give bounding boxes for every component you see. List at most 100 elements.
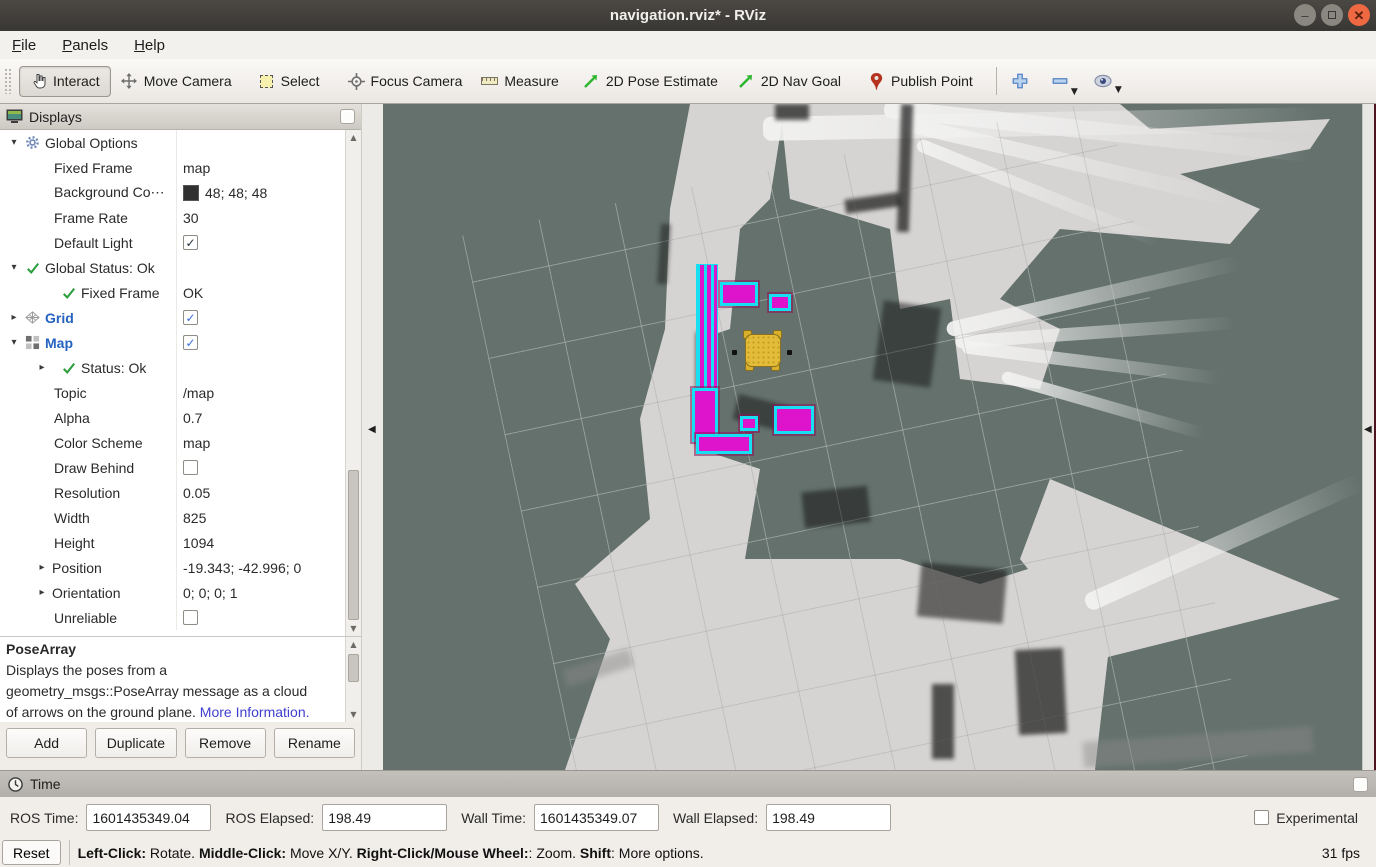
expander-right-icon[interactable]: ▸ <box>36 587 48 598</box>
expander-right-icon[interactable]: ▸ <box>36 362 48 373</box>
expander-down-icon[interactable]: ▾ <box>8 262 20 273</box>
tree-row-fixed-frame-status[interactable]: Fixed Frame OK <box>0 280 345 305</box>
expander-right-icon[interactable]: ▸ <box>36 562 48 573</box>
tool-2d-pose-estimate[interactable]: 2D Pose Estimate <box>583 73 718 90</box>
minimize-button[interactable]: – <box>1294 4 1316 26</box>
tool-publish-point[interactable]: Publish Point <box>868 73 973 90</box>
tool-measure[interactable]: Measure <box>481 73 558 90</box>
tool-select[interactable]: Select <box>258 73 320 90</box>
tool-interact[interactable]: Interact <box>19 66 111 97</box>
scroll-track[interactable] <box>346 145 362 621</box>
expander-down-icon[interactable]: ▾ <box>8 337 20 348</box>
wall-elapsed-input[interactable] <box>766 804 891 831</box>
title-bar[interactable]: navigation.rviz* - RViz – ✕ <box>0 0 1376 31</box>
expander-down-icon[interactable]: ▾ <box>8 137 20 148</box>
property-value[interactable]: 0; 0; 0; 1 <box>183 585 237 601</box>
maximize-button[interactable] <box>1321 4 1343 26</box>
tree-row-map[interactable]: ▾ Map ✓ <box>0 330 345 355</box>
tree-row-orientation[interactable]: ▸ Orientation 0; 0; 0; 1 <box>0 580 345 605</box>
tree-scrollbar[interactable]: ▲ ▼ <box>345 130 361 636</box>
rviz-window: navigation.rviz* - RViz – ✕ File Panels … <box>0 0 1376 867</box>
panel-float-button[interactable] <box>1353 777 1368 792</box>
right-panel-splitter[interactable]: ◀ <box>1362 104 1374 770</box>
reset-button[interactable]: Reset <box>2 840 61 865</box>
panel-float-button[interactable] <box>340 109 355 124</box>
scroll-down-icon[interactable]: ▼ <box>346 707 362 722</box>
add-tool-button[interactable] <box>1011 72 1029 90</box>
remove-button[interactable]: Remove <box>185 728 266 758</box>
property-value[interactable]: 0.7 <box>183 410 202 426</box>
property-label: Global Options <box>45 135 138 151</box>
tree-row-fixed-frame[interactable]: Fixed Frame map <box>0 155 345 180</box>
close-button[interactable]: ✕ <box>1348 4 1370 26</box>
scroll-up-icon[interactable]: ▲ <box>346 130 362 145</box>
tool-properties-button[interactable]: ▼ <box>1093 74 1113 88</box>
tree-row-default-light[interactable]: Default Light ✓ <box>0 230 345 255</box>
tool-2d-nav-goal[interactable]: 2D Nav Goal <box>738 73 841 90</box>
costmap-cell <box>769 294 791 311</box>
robot-marker-dot <box>732 350 737 355</box>
time-panel-header[interactable]: Time <box>0 770 1376 797</box>
tree-row-topic[interactable]: Topic /map <box>0 380 345 405</box>
tree-row-background-color[interactable]: Background Co⋯ 48; 48; 48 <box>0 180 345 205</box>
tree-row-width[interactable]: Width 825 <box>0 505 345 530</box>
ros-elapsed-input[interactable] <box>322 804 447 831</box>
property-value[interactable]: map <box>183 435 210 451</box>
displays-panel-header[interactable]: Displays <box>0 104 361 130</box>
minus-icon <box>1051 72 1069 90</box>
tree-row-height[interactable]: Height 1094 <box>0 530 345 555</box>
3d-viewport[interactable] <box>383 104 1362 770</box>
tree-row-global-options[interactable]: ▾ Global Options <box>0 130 345 155</box>
tree-row-unreliable[interactable]: Unreliable <box>0 605 345 630</box>
green-arrow-icon <box>583 73 600 90</box>
collapse-right-icon[interactable]: ◀ <box>1364 424 1372 435</box>
wall-time-input[interactable] <box>534 804 659 831</box>
expander-right-icon[interactable]: ▸ <box>8 312 20 323</box>
tree-row-global-status[interactable]: ▾ Global Status: Ok <box>0 255 345 280</box>
property-value[interactable]: 48; 48; 48 <box>205 185 267 201</box>
tree-row-frame-rate[interactable]: Frame Rate 30 <box>0 205 345 230</box>
tool-move-camera[interactable]: Move Camera <box>121 73 232 90</box>
toolbar-drag-handle[interactable] <box>4 68 11 94</box>
property-value[interactable]: /map <box>183 385 214 401</box>
experimental-checkbox[interactable] <box>1254 810 1269 825</box>
menu-help[interactable]: Help <box>134 37 165 54</box>
scroll-up-icon[interactable]: ▲ <box>346 637 362 652</box>
tool-bar: Interact Move Camera Select Focus Camera… <box>0 59 1376 104</box>
tool-focus-camera[interactable]: Focus Camera <box>348 73 463 90</box>
menu-panels[interactable]: Panels <box>62 37 108 54</box>
property-value[interactable]: map <box>183 160 210 176</box>
displays-tree: ▾ Global Options Fixed Frame map Backgro… <box>0 130 361 636</box>
checkbox-unchecked[interactable] <box>183 610 198 625</box>
tree-row-resolution[interactable]: Resolution 0.05 <box>0 480 345 505</box>
add-button[interactable]: Add <box>6 728 87 758</box>
menu-file[interactable]: File <box>12 37 36 54</box>
checkbox-checked[interactable]: ✓ <box>183 310 198 325</box>
property-value[interactable]: -19.343; -42.996; 0 <box>183 560 301 576</box>
help-bold: Middle-Click: <box>199 845 286 861</box>
property-value[interactable]: 30 <box>183 210 199 226</box>
description-scrollbar[interactable]: ▲ ▼ <box>345 637 361 722</box>
tree-row-position[interactable]: ▸ Position -19.343; -42.996; 0 <box>0 555 345 580</box>
collapse-left-icon[interactable]: ◀ <box>368 424 376 435</box>
panel-splitter[interactable]: ◀ <box>362 104 383 770</box>
duplicate-button[interactable]: Duplicate <box>95 728 176 758</box>
remove-tool-button[interactable]: ▼ <box>1051 72 1069 90</box>
color-swatch[interactable] <box>183 185 199 201</box>
checkbox-checked[interactable]: ✓ <box>183 235 198 250</box>
scroll-track[interactable] <box>346 652 362 707</box>
tree-row-alpha[interactable]: Alpha 0.7 <box>0 405 345 430</box>
scroll-thumb[interactable] <box>348 654 359 682</box>
tree-row-map-status[interactable]: ▸ Status: Ok <box>0 355 345 380</box>
toolbar-separator <box>996 67 997 95</box>
checkbox-checked[interactable]: ✓ <box>183 335 198 350</box>
tree-row-grid[interactable]: ▸ Grid ✓ <box>0 305 345 330</box>
scroll-down-icon[interactable]: ▼ <box>346 621 362 636</box>
scroll-thumb[interactable] <box>348 470 359 620</box>
checkbox-unchecked[interactable] <box>183 460 198 475</box>
rename-button[interactable]: Rename <box>274 728 355 758</box>
tree-row-color-scheme[interactable]: Color Scheme map <box>0 430 345 455</box>
ros-time-input[interactable] <box>86 804 211 831</box>
more-information-link[interactable]: More Information. <box>200 704 310 720</box>
tree-row-draw-behind[interactable]: Draw Behind <box>0 455 345 480</box>
